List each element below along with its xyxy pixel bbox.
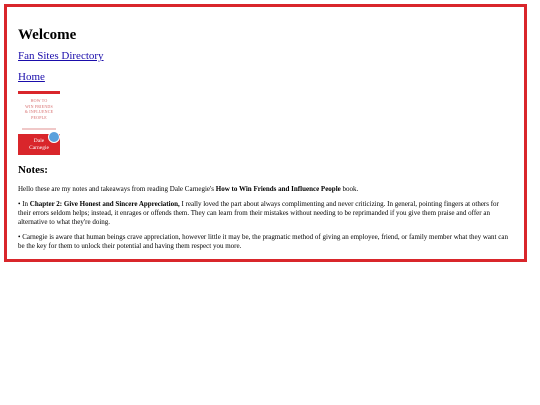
notes-heading: Notes:: [18, 164, 48, 176]
fan-sites-directory-link[interactable]: Fan Sites Directory: [18, 49, 513, 63]
page-title: Welcome: [18, 27, 77, 43]
notes-bullet-chapter2: • In Chapter 2: Give Honest and Sincere …: [18, 200, 499, 226]
notes-bullet-appreciation: • Carnegie is aware that human beings cr…: [18, 233, 508, 250]
notes-intro: Hello these are my notes and takeaways f…: [18, 185, 359, 193]
cover-subtitle-line: [22, 128, 56, 130]
book-cover-image: HOW TO WIN FRIENDS & INFLUENCE PEOPLE Da…: [18, 91, 60, 155]
cover-badge-icon: [48, 131, 60, 143]
home-link[interactable]: Home: [18, 70, 513, 84]
cover-title: HOW TO WIN FRIENDS & INFLUENCE PEOPLE: [24, 98, 54, 120]
cover-author-last: Carnegie: [29, 145, 49, 151]
content-frame: Welcome Fan Sites Directory Home HOW TO …: [4, 4, 527, 262]
cover-top-bar: [18, 91, 60, 94]
